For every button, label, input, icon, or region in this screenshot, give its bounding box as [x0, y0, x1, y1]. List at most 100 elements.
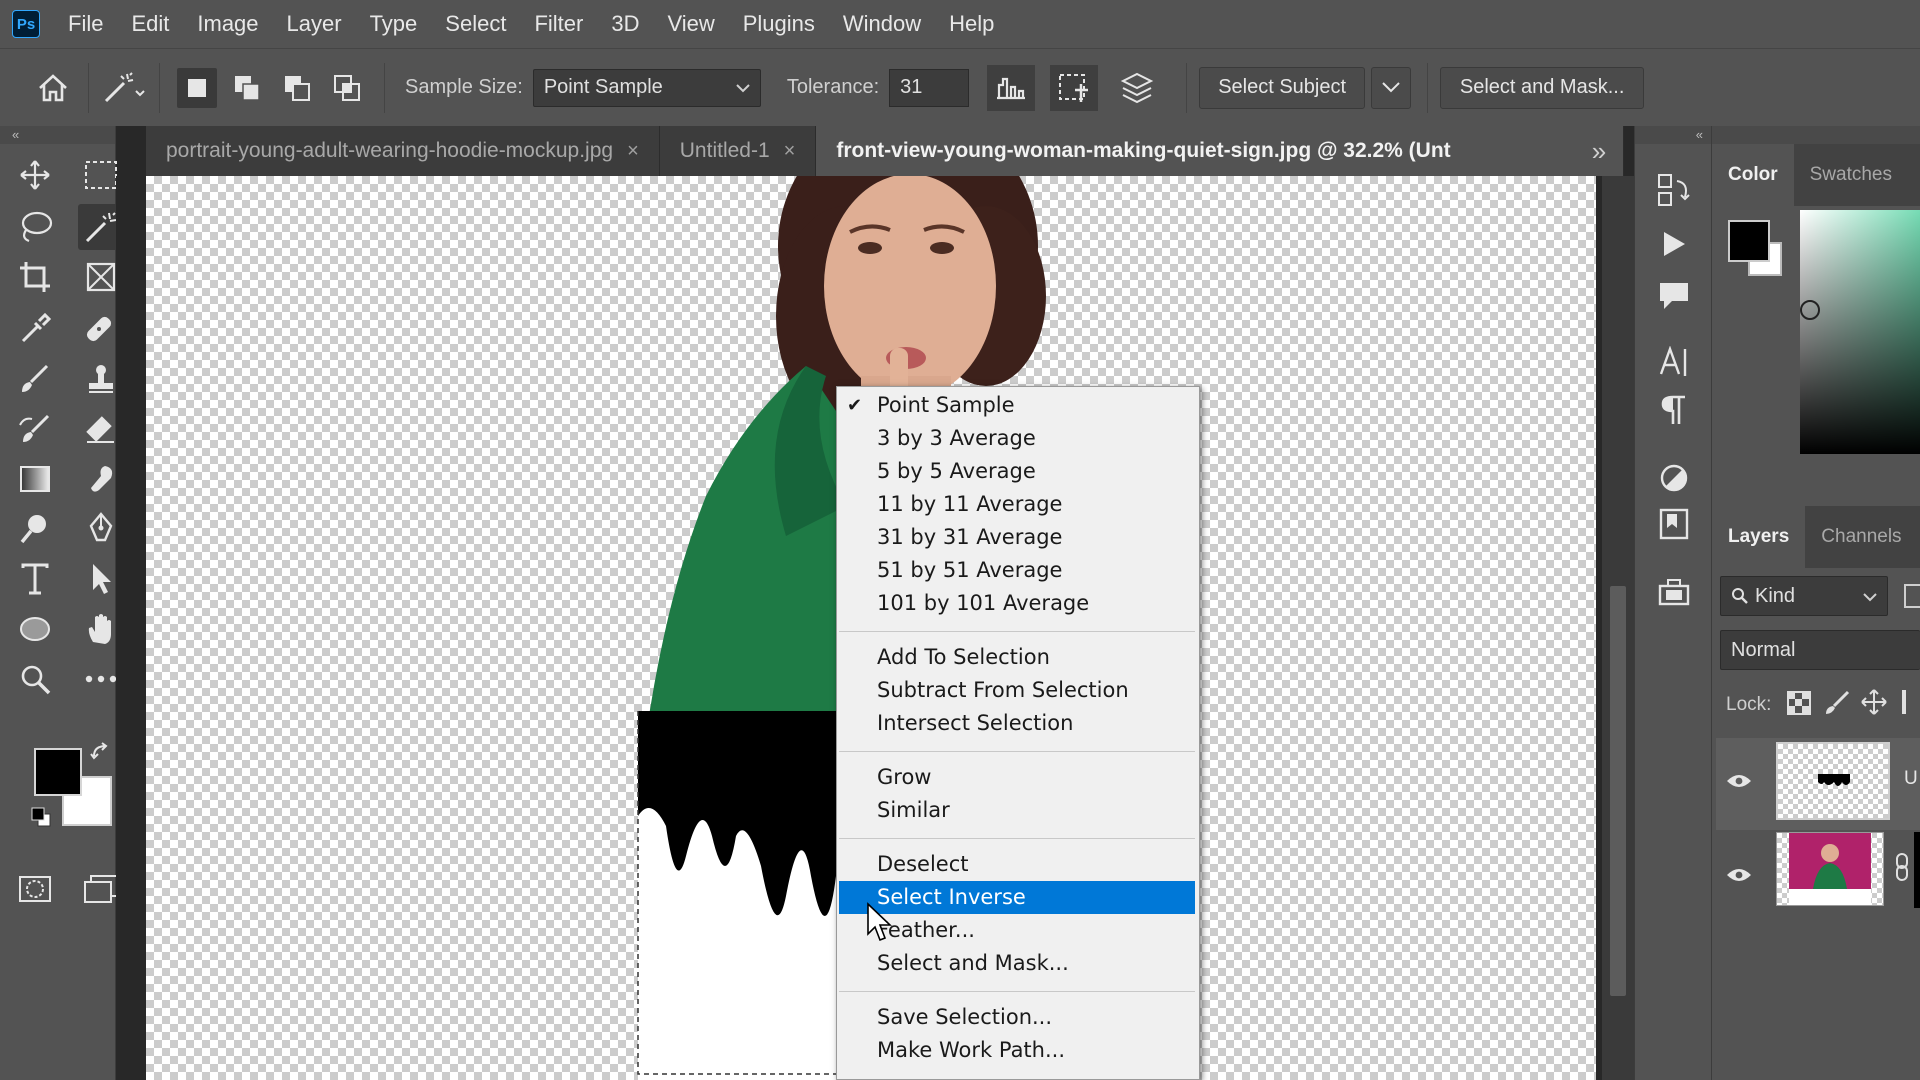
comments-icon[interactable] — [1652, 274, 1696, 318]
menu-help[interactable]: Help — [935, 0, 1008, 48]
lasso-tool-icon[interactable] — [12, 204, 58, 250]
intersect-selection-mode-icon[interactable] — [327, 68, 367, 108]
scrollbar-thumb[interactable] — [1610, 586, 1626, 996]
lock-image-pixels-icon[interactable] — [1824, 690, 1850, 721]
subtract-from-selection-mode-icon[interactable] — [277, 68, 317, 108]
menu-item-11x11-average[interactable]: 11 by 11 Average — [839, 488, 1195, 521]
collapse-dock-icon[interactable]: « — [1635, 126, 1711, 144]
select-and-mask-button[interactable]: Select and Mask... — [1440, 66, 1645, 109]
layers-panel-tabs: Layers Channels — [1712, 506, 1920, 568]
menu-edit[interactable]: Edit — [117, 0, 183, 48]
character-panel-icon[interactable] — [1652, 340, 1696, 384]
ellipse-tool-icon[interactable] — [12, 606, 58, 652]
menu-item-subtract-from-selection[interactable]: Subtract From Selection — [839, 674, 1195, 707]
lock-artboard-icon[interactable] — [1902, 690, 1906, 714]
layer-kind-filter[interactable]: Kind — [1720, 576, 1888, 616]
menu-item-3x3-average[interactable]: 3 by 3 Average — [839, 422, 1195, 455]
sample-all-layers-icon[interactable] — [1113, 65, 1161, 111]
document-tabs: portrait-young-adult-wearing-hoodie-mock… — [146, 126, 1624, 176]
layer-row-photo[interactable] — [1712, 828, 1920, 920]
type-tool-icon[interactable] — [12, 556, 58, 602]
menu-layer[interactable]: Layer — [273, 0, 356, 48]
brush-tool-icon[interactable] — [12, 356, 58, 402]
menu-window[interactable]: Window — [829, 0, 935, 48]
select-subject-button[interactable]: Select Subject — [1199, 66, 1366, 109]
close-icon[interactable]: × — [627, 140, 639, 163]
menu-item-save-selection[interactable]: Save Selection... — [839, 1001, 1195, 1034]
menu-item-point-sample[interactable]: ✔ Point Sample — [839, 389, 1195, 422]
color-picker-handle[interactable] — [1800, 300, 1820, 320]
contiguous-icon[interactable] — [1050, 64, 1099, 111]
menu-plugins[interactable]: Plugins — [729, 0, 829, 48]
menu-select[interactable]: Select — [431, 0, 520, 48]
blend-mode-dropdown[interactable]: Normal — [1720, 630, 1920, 670]
sample-size-dropdown[interactable]: Point Sample — [532, 68, 761, 107]
menu-filter[interactable]: Filter — [520, 0, 597, 48]
add-to-selection-mode-icon[interactable] — [227, 68, 267, 108]
tab-swatches[interactable]: Swatches — [1794, 144, 1908, 206]
gradient-tool-icon[interactable] — [12, 456, 58, 502]
panel-foreground-swatch[interactable] — [1728, 220, 1770, 262]
more-tabs-icon[interactable]: » — [1574, 126, 1624, 176]
paragraph-panel-icon[interactable] — [1652, 388, 1696, 432]
menu-3d[interactable]: 3D — [597, 0, 653, 48]
home-icon[interactable] — [30, 65, 76, 111]
lock-transparent-pixels-icon[interactable] — [1786, 690, 1812, 721]
drip-thumbnail — [1818, 774, 1850, 786]
menu-item-51x51-average[interactable]: 51 by 51 Average — [839, 554, 1195, 587]
adjustments-panel-icon[interactable] — [1652, 456, 1696, 500]
tab-quiet-sign[interactable]: front-view-young-woman-making-quiet-sign… — [816, 126, 1624, 176]
zoom-tool-icon[interactable] — [12, 656, 58, 702]
menu-separator — [839, 991, 1195, 992]
lock-position-icon[interactable] — [1860, 688, 1888, 721]
tab-channels[interactable]: Channels — [1805, 506, 1917, 568]
layer-row-edge — [1712, 738, 1716, 830]
collapse-panel-icon[interactable]: « — [0, 126, 115, 144]
crop-tool-icon[interactable] — [12, 254, 58, 300]
tolerance-input[interactable]: 31 — [889, 68, 970, 107]
default-colors-icon[interactable] — [28, 804, 54, 830]
anti-alias-icon[interactable] — [987, 64, 1036, 111]
close-icon[interactable]: × — [784, 140, 796, 163]
menu-item-label: Point Sample — [877, 393, 1015, 417]
visibility-eye-icon[interactable] — [1726, 772, 1752, 790]
color-picker-field[interactable] — [1800, 210, 1920, 454]
actions-play-icon[interactable] — [1652, 222, 1696, 266]
menu-item-make-work-path[interactable]: Make Work Path... — [839, 1034, 1195, 1067]
menu-item-101x101-average[interactable]: 101 by 101 Average — [839, 587, 1195, 620]
menu-item-5x5-average[interactable]: 5 by 5 Average — [839, 455, 1195, 488]
filter-toggle-icon[interactable] — [1904, 584, 1920, 608]
menu-file[interactable]: File — [54, 0, 117, 48]
tab-layers[interactable]: Layers — [1712, 506, 1806, 568]
properties-panel-icon[interactable] — [1652, 570, 1696, 614]
menu-item-grow[interactable]: Grow — [839, 761, 1195, 794]
select-subject-options-button[interactable] — [1371, 66, 1412, 109]
menu-item-select-and-mask[interactable]: Select and Mask... — [839, 947, 1195, 980]
menu-view[interactable]: View — [653, 0, 728, 48]
history-panel-icon[interactable] — [1652, 168, 1696, 212]
layer-row-drip[interactable]: U — [1712, 738, 1920, 830]
vertical-scrollbar[interactable] — [1602, 176, 1634, 1080]
dodge-tool-icon[interactable] — [12, 506, 58, 552]
swap-colors-icon[interactable] — [86, 738, 116, 768]
quick-mask-icon[interactable] — [12, 866, 58, 912]
libraries-panel-icon[interactable] — [1652, 502, 1696, 546]
menu-item-intersect-selection[interactable]: Intersect Selection — [839, 707, 1195, 740]
photoshop-logo-icon: Ps — [12, 10, 40, 38]
new-selection-mode-icon[interactable] — [177, 67, 217, 108]
menu-item-add-to-selection[interactable]: Add To Selection — [839, 641, 1195, 674]
menu-image[interactable]: Image — [183, 0, 272, 48]
menu-item-deselect[interactable]: Deselect — [839, 848, 1195, 881]
tab-hoodie-mockup[interactable]: portrait-young-adult-wearing-hoodie-mock… — [146, 126, 660, 176]
menu-item-similar[interactable]: Similar — [839, 794, 1195, 827]
menu-type[interactable]: Type — [356, 0, 432, 48]
foreground-color-swatch[interactable] — [34, 748, 82, 796]
menu-item-31x31-average[interactable]: 31 by 31 Average — [839, 521, 1195, 554]
visibility-eye-icon[interactable] — [1726, 866, 1752, 884]
tab-untitled-1[interactable]: Untitled-1 × — [660, 126, 817, 176]
eyedropper-tool-icon[interactable] — [12, 306, 58, 352]
history-brush-tool-icon[interactable] — [12, 406, 58, 452]
tab-color[interactable]: Color — [1712, 144, 1794, 206]
magic-wand-preset-icon[interactable] — [101, 65, 147, 111]
move-tool-icon[interactable] — [12, 152, 58, 198]
